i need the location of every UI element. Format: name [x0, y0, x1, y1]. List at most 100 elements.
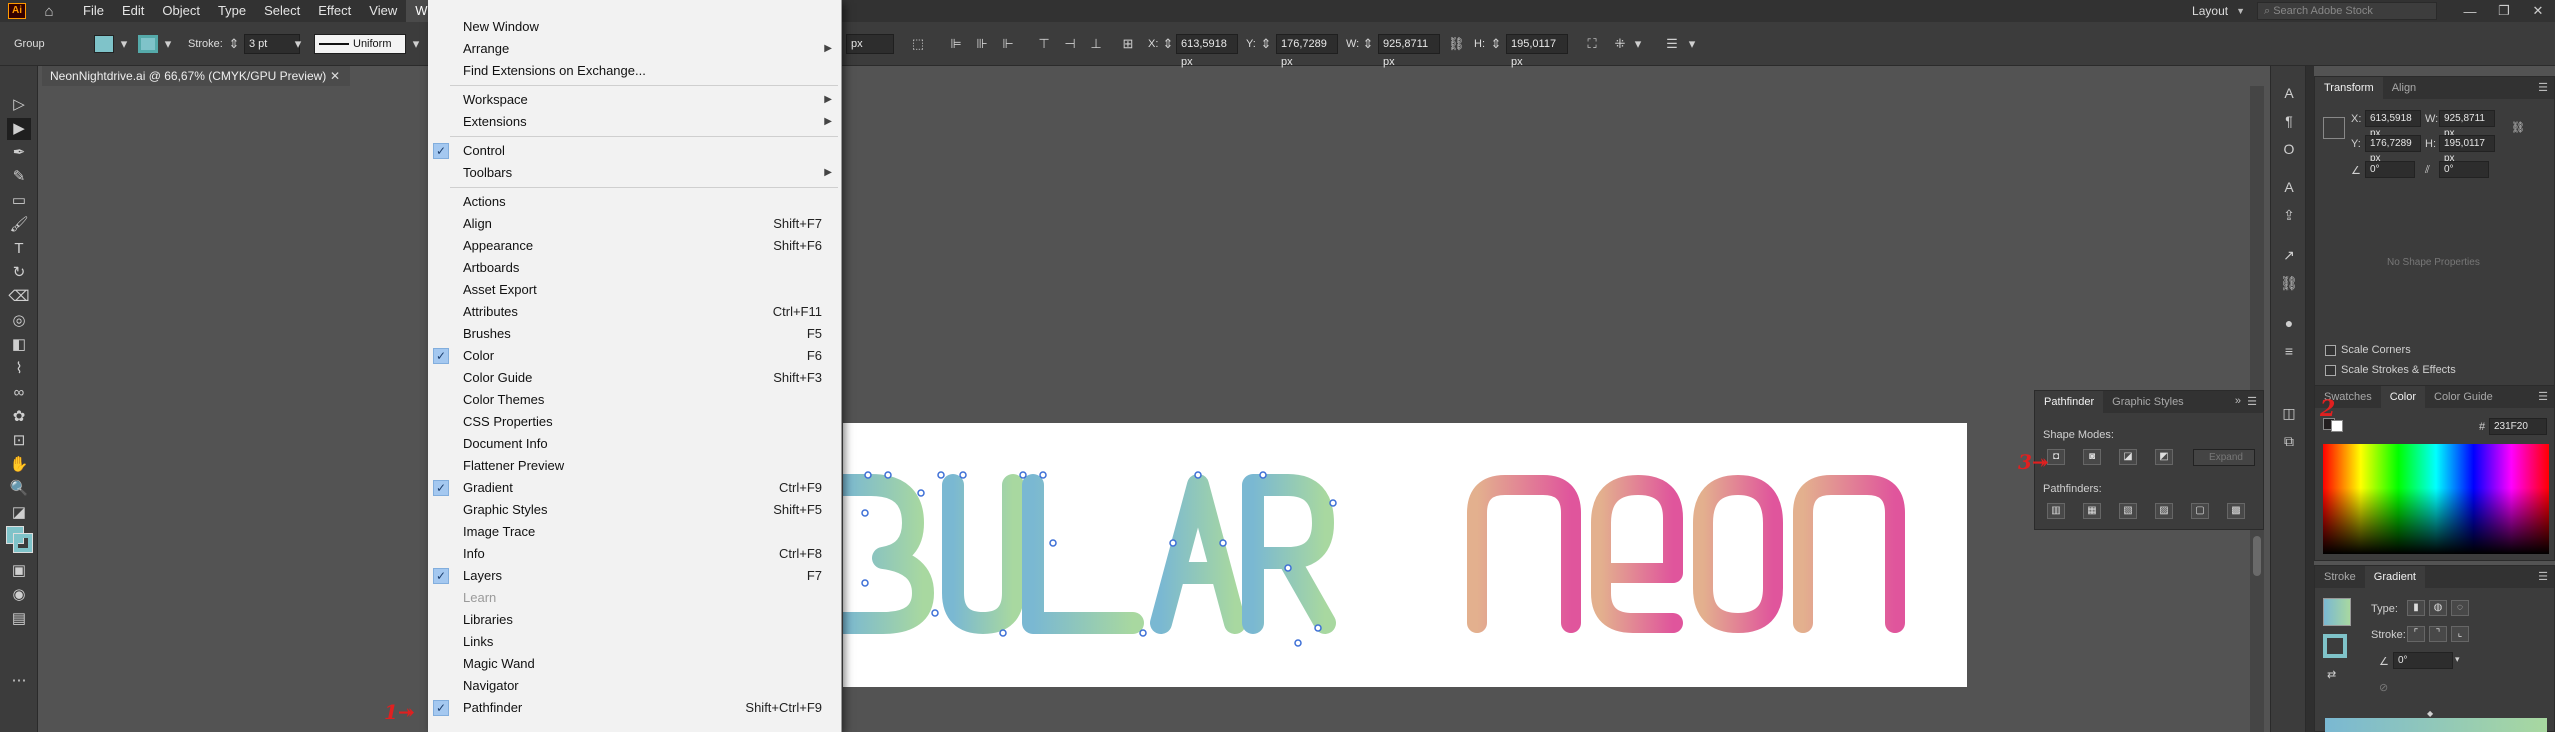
minus-front-icon[interactable]: ◙ [2083, 449, 2101, 465]
window-menu-item-image-trace[interactable]: Image Trace [428, 521, 842, 543]
eyedropper-tool-icon[interactable]: ⌇ [7, 358, 31, 380]
window-menu-item-control[interactable]: ✓ Control [428, 140, 842, 162]
angle-field[interactable]: 0° [2393, 652, 2453, 669]
gradient-tool-icon[interactable]: ◧ [7, 334, 31, 356]
align-right-icon[interactable]: ⊩ [1000, 37, 1016, 51]
gradient-preview-swatch[interactable] [2323, 598, 2351, 626]
rectangle-tool-icon[interactable]: ▭ [7, 190, 31, 212]
tab-gradient[interactable]: Gradient [2364, 566, 2425, 588]
link-icon[interactable]: ⛓ [1448, 37, 1465, 51]
window-menu-item-color[interactable]: ✓ Color F6 [428, 345, 842, 367]
unit-field[interactable]: px [846, 34, 894, 54]
curvature-tool-icon[interactable]: ✎ [7, 166, 31, 188]
panel-options-icon[interactable]: ☰ [1664, 37, 1680, 51]
tab-color[interactable]: Color [2380, 386, 2425, 408]
rotate-field[interactable]: 0° [2365, 161, 2415, 178]
hand-tool-icon[interactable]: ✋ [7, 454, 31, 476]
scale-corners-checkbox[interactable] [2325, 345, 2336, 356]
tab-align[interactable]: Align [2383, 77, 2425, 99]
screen-mode-icon[interactable]: ▤ [7, 608, 31, 630]
neon-word[interactable] [1467, 475, 1905, 633]
panel-menu-icon[interactable]: ☰ [2538, 570, 2548, 583]
w-field[interactable]: 925,8711 px [2439, 110, 2495, 139]
asset-export-icon[interactable]: ⇪ [2279, 206, 2299, 224]
panel-menu-icon[interactable]: ☰ [2538, 390, 2548, 403]
window-menu-item-artboards[interactable]: Artboards [428, 257, 842, 279]
artboard-tool-icon[interactable]: ⊡ [7, 430, 31, 452]
window-menu-item-actions[interactable]: Actions [428, 191, 842, 213]
fill-swatch[interactable] [94, 35, 114, 53]
close-icon[interactable]: ✕ [330, 66, 340, 86]
glyphs-icon[interactable]: A [2279, 178, 2299, 196]
paintbrush-tool-icon[interactable]: 🖌 [7, 214, 31, 236]
window-menu-item-asset-export[interactable]: Asset Export [428, 279, 842, 301]
divide-icon[interactable]: ▥ [2047, 503, 2065, 519]
stock-search-input[interactable]: ⌕ Search Adobe Stock [2257, 2, 2437, 20]
tab-color-guide[interactable]: Color Guide [2425, 386, 2502, 408]
window-menu-item-color-guide[interactable]: Color Guide Shift+F3 [428, 367, 842, 389]
stepper-icon[interactable]: ⇕ [1258, 37, 1274, 51]
window-menu-item-extensions[interactable]: Extensions ▶ [428, 111, 842, 133]
chevron-down-icon[interactable]: ▾ [2455, 654, 2460, 665]
menu-effect[interactable]: Effect [309, 0, 360, 22]
scrollbar-thumb[interactable] [2253, 536, 2261, 576]
more-tools-icon[interactable]: ⋯ [7, 670, 31, 692]
color-spectrum[interactable] [2323, 444, 2549, 554]
artwork-canvas[interactable] [832, 423, 1967, 687]
merge-icon[interactable]: ▧ [2119, 503, 2137, 519]
expand-button[interactable]: Expand [2193, 449, 2255, 466]
align-middle-icon[interactable]: ⊣ [1062, 37, 1078, 51]
zoom-tool-icon[interactable]: 🔍 [7, 478, 31, 500]
radial-gradient-icon[interactable]: ◍ [2429, 600, 2447, 616]
character-icon[interactable]: A [2279, 84, 2299, 102]
menu-object[interactable]: Object [153, 0, 209, 22]
fill-stroke-widget[interactable] [6, 526, 34, 554]
trim-icon[interactable]: ▦ [2083, 503, 2101, 519]
collapse-icon[interactable]: » [2235, 395, 2241, 407]
reference-point-icon[interactable]: ⊞ [1120, 37, 1136, 51]
pathfinder-strip-icon[interactable]: ◫ [2279, 404, 2299, 422]
menu-select[interactable]: Select [255, 0, 309, 22]
panel-dock-divider[interactable] [2306, 66, 2314, 732]
document-tab[interactable]: NeonNightdrive.ai @ 66,67% (CMYK/GPU Pre… [42, 66, 350, 86]
stepper-icon[interactable]: ⇕ [1360, 37, 1376, 51]
window-menu-item-graphic-styles[interactable]: Graphic Styles Shift+F5 [428, 499, 842, 521]
window-menu-item-color-themes[interactable]: Color Themes [428, 389, 842, 411]
direct-selection-tool-icon[interactable]: ▶ [7, 118, 31, 140]
gradient-slider[interactable] [2325, 718, 2547, 732]
window-menu-item-navigator[interactable]: Navigator [428, 675, 842, 697]
color-mode-icon[interactable]: ▣ [7, 560, 31, 582]
intersect-icon[interactable]: ◪ [2119, 449, 2137, 465]
close-window-button[interactable]: ✕ [2521, 3, 2555, 19]
window-menu-item-arrange[interactable]: Arrange ▶ [428, 38, 842, 60]
x-field[interactable]: 613,5918 px [2365, 110, 2421, 139]
stepper-icon[interactable]: ⇕ [226, 37, 242, 51]
window-menu-item-appearance[interactable]: Appearance Shift+F6 [428, 235, 842, 257]
window-menu-item-info[interactable]: Info Ctrl+F8 [428, 543, 842, 565]
window-menu-item-align[interactable]: Align Shift+F7 [428, 213, 842, 235]
align-center-icon[interactable]: ⊪ [974, 37, 990, 51]
blend-tool-icon[interactable]: ∞ [7, 382, 31, 404]
stroke-along-icon[interactable]: ⌝ [2429, 626, 2447, 642]
window-menu-item-workspace[interactable]: Workspace ▶ [428, 89, 842, 111]
artboards-icon[interactable]: ⧉ [2279, 432, 2299, 450]
brush-profile-field[interactable]: Uniform [314, 34, 406, 54]
paragraph-icon[interactable]: ¶ [2279, 112, 2299, 130]
shear-field[interactable]: 0° [2439, 161, 2489, 178]
stepper-icon[interactable]: ⇕ [1488, 37, 1504, 51]
export-icon[interactable]: ↗ [2279, 246, 2299, 264]
reference-point-icon[interactable] [2323, 117, 2345, 139]
panel-menu-icon[interactable]: ☰ [2538, 81, 2548, 94]
chevron-down-icon[interactable]: ▼ [2236, 6, 2245, 16]
unite-icon[interactable]: ◘ [2047, 449, 2065, 465]
menu-edit[interactable]: Edit [113, 0, 153, 22]
window-menu-item-document-info[interactable]: Document Info [428, 433, 842, 455]
gradient-stroke-swatch[interactable] [2323, 634, 2347, 658]
window-menu-item-new-window[interactable]: New Window [428, 16, 842, 38]
crop-icon[interactable]: ▨ [2155, 503, 2173, 519]
h-field[interactable]: 195,0117 px [1506, 34, 1568, 68]
window-menu-item-css-properties[interactable]: CSS Properties [428, 411, 842, 433]
window-menu-item-libraries[interactable]: Libraries [428, 609, 842, 631]
window-menu-item-toolbars[interactable]: Toolbars ▶ [428, 162, 842, 184]
selection-tool-icon[interactable]: ▷ [7, 94, 31, 116]
